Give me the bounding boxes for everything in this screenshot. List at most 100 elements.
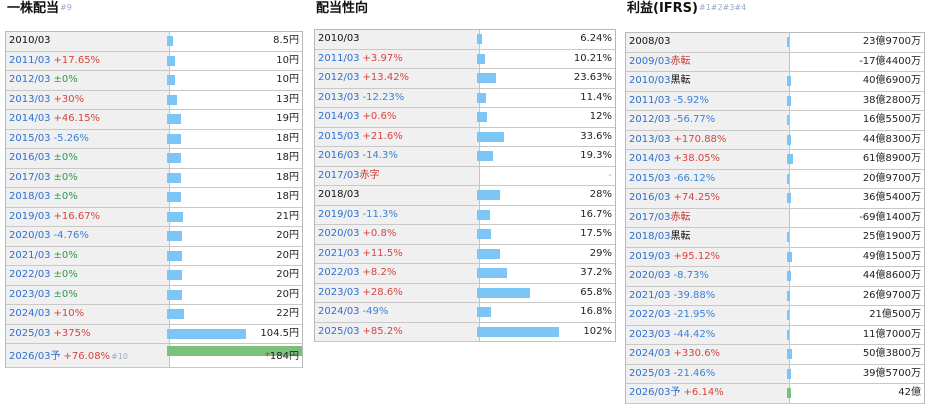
- period-label[interactable]: 2021/03: [629, 290, 671, 301]
- title-note-link[interactable]: #1#2#3#4: [699, 3, 746, 12]
- change-rate: -5.92%: [673, 94, 709, 106]
- change-rate: +95.12%: [673, 250, 721, 262]
- value-text: 184円: [269, 351, 299, 362]
- period-label[interactable]: 2010/03: [318, 33, 360, 44]
- table-row: 2014/03 +0.6% 12%: [315, 108, 615, 128]
- period-label[interactable]: 2015/03: [318, 131, 360, 142]
- table-row: 2024/03 -49% 16.8%: [315, 303, 615, 323]
- value-text: 20円: [276, 269, 299, 280]
- period-label[interactable]: 2020/03: [9, 230, 51, 241]
- table-row: 2025/03 +85.2% 102%: [315, 322, 615, 342]
- period-label[interactable]: 2019/03: [318, 209, 360, 220]
- table-row: 2013/03 +30% 13円: [6, 90, 302, 110]
- change-rate: +6.14%: [683, 387, 724, 398]
- period-label[interactable]: 2026/03予: [9, 351, 61, 362]
- row-value: 23.63%: [574, 69, 612, 88]
- period-label[interactable]: 2025/03: [9, 328, 51, 339]
- period-label[interactable]: 2016/03: [318, 150, 360, 161]
- period-label[interactable]: 2023/03: [629, 329, 671, 340]
- value-text: 38億2800万: [862, 94, 921, 106]
- period-label[interactable]: 2024/03: [318, 306, 360, 317]
- period-label[interactable]: 2012/03: [9, 74, 51, 85]
- period-label[interactable]: 2021/03: [9, 250, 51, 261]
- period-label[interactable]: 2009/03: [629, 56, 671, 67]
- row-value: 6.24%: [580, 30, 612, 49]
- period-label[interactable]: 2022/03: [629, 309, 671, 320]
- period-label[interactable]: 2018/03: [9, 191, 51, 202]
- period-label[interactable]: 2013/03: [318, 92, 360, 103]
- period-label[interactable]: 2020/03: [629, 270, 671, 281]
- change-rate: -8.73%: [673, 270, 709, 281]
- period-label[interactable]: 2022/03: [318, 267, 360, 278]
- period-label[interactable]: 2011/03: [9, 55, 51, 66]
- period-label[interactable]: 2008/03: [629, 36, 671, 47]
- row-label: 2023/03 +28.6%: [315, 283, 480, 302]
- period-label[interactable]: 2012/03: [629, 114, 671, 125]
- row-label: 2013/03 +30%: [6, 90, 170, 109]
- table-row: 2010/03 6.24%: [315, 30, 615, 50]
- period-label[interactable]: 2014/03: [629, 153, 671, 164]
- row-label: 2012/03 +13.42%: [315, 69, 480, 88]
- row-label: 2017/03 ±0%: [6, 168, 170, 187]
- period-label[interactable]: 2011/03: [318, 53, 360, 64]
- period-label[interactable]: 2012/03: [318, 72, 360, 83]
- change-rate: -44.42%: [673, 328, 716, 340]
- row-value: 12%: [590, 108, 612, 127]
- change-rate: +28.6%: [362, 286, 403, 298]
- period-label[interactable]: 2025/03: [629, 368, 671, 379]
- period-label[interactable]: 2014/03: [9, 113, 51, 124]
- period-label[interactable]: 2018/03: [629, 231, 671, 242]
- period-label[interactable]: 2023/03: [9, 289, 51, 300]
- row-label: 2018/03 ±0%: [6, 188, 170, 207]
- value-text: 16億5500万: [862, 114, 921, 125]
- row-value: 36億5400万: [863, 189, 921, 208]
- row-label: 2022/03 -21.95%: [626, 306, 790, 325]
- period-label[interactable]: 2019/03: [9, 211, 51, 222]
- footnote-link[interactable]: #10: [111, 352, 128, 361]
- period-label[interactable]: 2016/03: [629, 192, 671, 203]
- period-label[interactable]: 2017/03: [9, 172, 51, 183]
- period-label[interactable]: 2013/03: [9, 94, 51, 105]
- period-label[interactable]: 2024/03: [629, 348, 671, 359]
- period-label[interactable]: 2020/03: [318, 228, 360, 239]
- period-label[interactable]: 2017/03: [629, 212, 671, 223]
- period-label[interactable]: 2019/03: [629, 251, 671, 262]
- table-row: 2011/03 -5.92% 38億2800万: [626, 91, 924, 111]
- period-label[interactable]: 2010/03: [629, 75, 671, 86]
- period-label[interactable]: 2015/03: [9, 133, 51, 144]
- period-label[interactable]: 2016/03: [9, 152, 51, 163]
- value-bar: [167, 75, 175, 85]
- period-label[interactable]: 2021/03: [318, 248, 360, 259]
- period-label[interactable]: 2015/03: [629, 173, 671, 184]
- row-label: 2024/03 +330.6%: [626, 345, 790, 364]
- period-label[interactable]: 2025/03: [318, 326, 360, 337]
- period-label[interactable]: 2014/03: [318, 111, 360, 122]
- period-label[interactable]: 2017/03: [318, 170, 360, 181]
- period-label[interactable]: 2010/03: [9, 35, 51, 46]
- period-label[interactable]: 2018/03: [318, 189, 360, 200]
- table-row: 2022/03 +8.2% 37.2%: [315, 264, 615, 284]
- change-rate: +76.08%: [63, 351, 111, 362]
- value-text: 28%: [589, 189, 612, 200]
- value-text: 104.5円: [260, 327, 299, 339]
- period-label[interactable]: 2024/03: [9, 308, 51, 319]
- table-row: 2026/03予 +76.08%#10 *184円: [6, 344, 302, 368]
- row-value: 11.4%: [580, 89, 612, 108]
- panel-title: 配当性向: [314, 0, 616, 24]
- value-text: 33.6%: [580, 130, 612, 142]
- row-label: 2018/03: [315, 186, 480, 205]
- period-label[interactable]: 2023/03: [318, 287, 360, 298]
- period-label[interactable]: 2011/03: [629, 95, 671, 106]
- change-rate: -21.46%: [673, 367, 716, 379]
- row-label: 2008/03: [626, 33, 790, 52]
- row-label: 2017/03赤転: [626, 208, 790, 227]
- period-label[interactable]: 2013/03: [629, 134, 671, 145]
- value-text: 50億3800万: [862, 348, 921, 359]
- value-bar: [787, 310, 789, 320]
- title-note-link[interactable]: #9: [60, 3, 72, 12]
- period-label[interactable]: 2026/03予: [629, 387, 681, 398]
- change-rate: +330.6%: [673, 348, 721, 359]
- change-rate: -49%: [362, 306, 389, 317]
- period-label[interactable]: 2022/03: [9, 269, 51, 280]
- table-row: 2019/03 -11.3% 16.7%: [315, 205, 615, 225]
